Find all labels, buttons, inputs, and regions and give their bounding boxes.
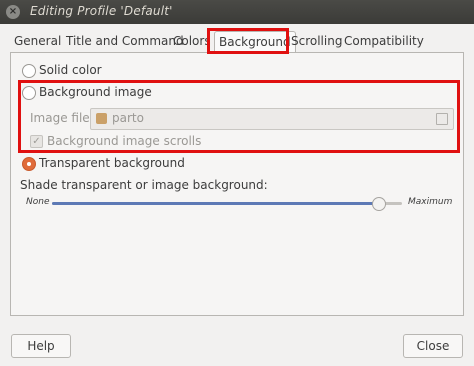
help-button[interactable]: Help: [11, 334, 71, 358]
close-window-icon[interactable]: ×: [6, 5, 20, 19]
transparent-background-label: Transparent background: [39, 156, 185, 170]
background-image-scrolls-checkbox[interactable]: ✓: [30, 135, 43, 148]
close-button[interactable]: Close: [403, 334, 463, 358]
background-image-scrolls-label: Background image scrolls: [47, 134, 202, 148]
tab-general[interactable]: General: [10, 31, 65, 51]
background-image-radio[interactable]: [22, 86, 36, 100]
transparent-background-radio[interactable]: [22, 157, 36, 171]
image-file-value: parto: [112, 111, 144, 125]
shade-slider-fill: [52, 202, 378, 205]
solid-color-radio[interactable]: [22, 64, 36, 78]
tab-colors[interactable]: Colors: [169, 31, 215, 51]
file-browse-icon[interactable]: [436, 113, 448, 125]
tab-compatibility[interactable]: Compatibility: [340, 31, 428, 51]
shade-slider[interactable]: [52, 197, 402, 211]
shade-slider-handle[interactable]: [372, 197, 386, 211]
title-bar: × Editing Profile 'Default': [0, 0, 474, 24]
shade-max-label: Maximum: [408, 197, 453, 207]
folder-icon: [96, 113, 107, 124]
background-image-label: Background image: [39, 85, 152, 99]
window-title: Editing Profile 'Default': [30, 4, 173, 18]
shade-min-label: None: [26, 197, 50, 207]
tab-scrolling[interactable]: Scrolling: [287, 31, 346, 51]
tab-bar: General Title and Command Colors Backgro…: [10, 31, 464, 53]
shade-label: Shade transparent or image background:: [20, 178, 268, 192]
tab-background[interactable]: Background: [214, 31, 296, 53]
image-file-chooser[interactable]: parto: [90, 108, 454, 130]
image-file-label: Image file:: [30, 111, 94, 125]
solid-color-label: Solid color: [39, 63, 102, 77]
